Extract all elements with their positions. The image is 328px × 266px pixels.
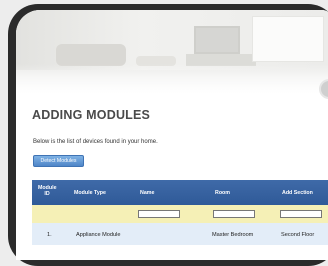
intro-text: Below is the list of devices found in yo…: [33, 139, 158, 145]
col-room: Room: [215, 190, 231, 196]
detect-modules-button[interactable]: Detect Modules: [33, 155, 84, 167]
screen: ADDING MODULES Below is the list of devi…: [16, 10, 328, 260]
col-add-section: Add Section: [282, 190, 313, 196]
hero-image: [16, 10, 328, 94]
cell-module-id: 1.: [47, 232, 52, 238]
col-name: Name: [140, 190, 155, 196]
table-row[interactable]: 1. Appliance Module Master Bedroom Secon…: [32, 223, 328, 245]
section-filter-input[interactable]: [280, 210, 322, 218]
cell-room: Master Bedroom: [212, 232, 254, 238]
room-filter-input[interactable]: [213, 210, 255, 218]
table-row: [32, 245, 328, 259]
table-header: Module ID Module Type Name Room Add Sect…: [32, 180, 328, 205]
filter-row: [32, 205, 328, 223]
cell-module-type: Appliance Module: [76, 232, 121, 238]
cell-add-section: Second Floor: [281, 232, 315, 238]
page-title: ADDING MODULES: [32, 108, 151, 122]
name-filter-input[interactable]: [138, 210, 180, 218]
col-module-type: Module Type: [74, 190, 106, 196]
col-module-id: Module ID: [38, 185, 57, 197]
